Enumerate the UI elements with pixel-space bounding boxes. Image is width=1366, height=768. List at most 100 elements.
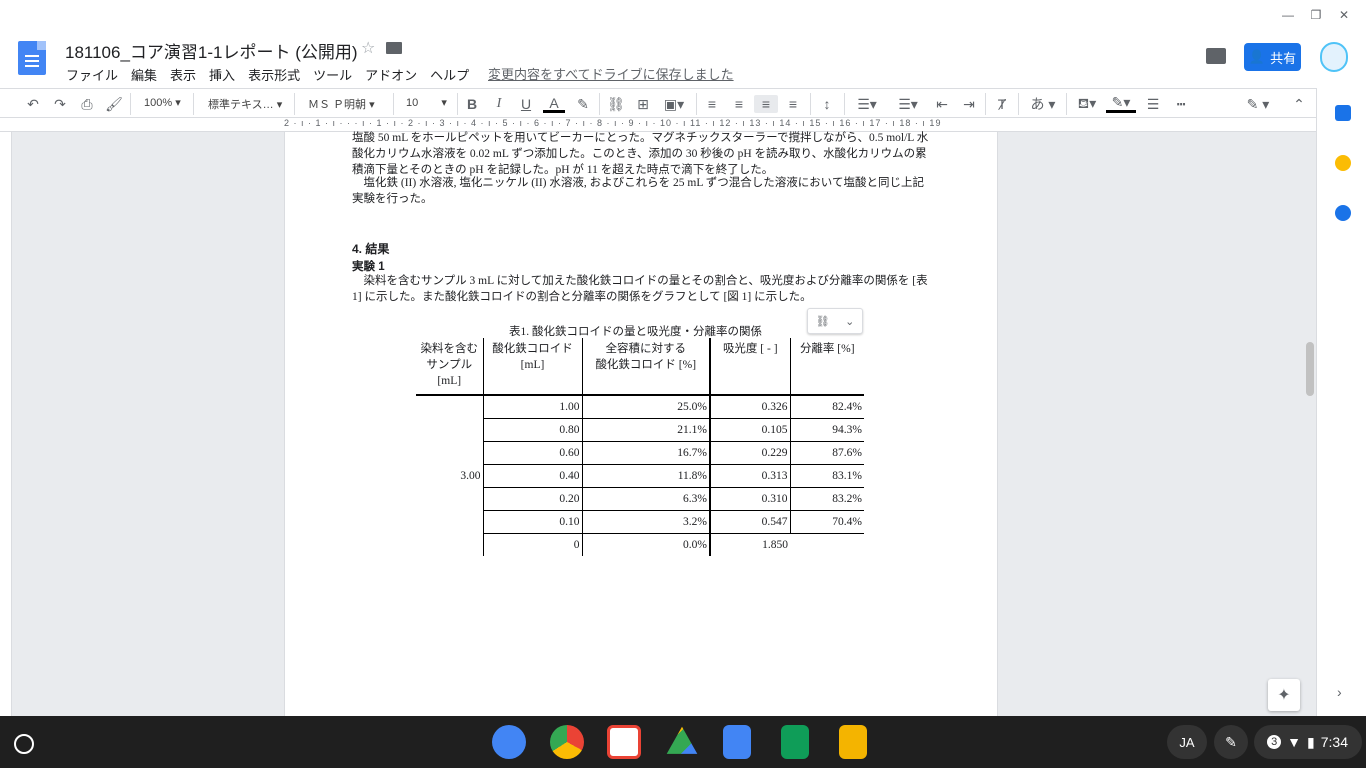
- table-cell[interactable]: 0.547: [709, 510, 790, 534]
- align-left-icon[interactable]: ≡: [703, 95, 721, 113]
- table-cell[interactable]: 83.1%: [789, 464, 864, 488]
- header-ratio[interactable]: 全容積に対する 酸化鉄コロイド [%]: [581, 338, 710, 395]
- increase-indent-icon[interactable]: ⇥: [960, 95, 978, 113]
- drive-app-icon[interactable]: [666, 726, 698, 754]
- highlight-icon[interactable]: ✎: [574, 95, 592, 113]
- table-cell[interactable]: 0.0%: [581, 533, 710, 556]
- link-icon[interactable]: ⛓: [816, 315, 830, 328]
- bulleted-list-icon[interactable]: ☰▾: [893, 95, 923, 113]
- table-cell[interactable]: 0.40: [482, 464, 582, 488]
- table-cell[interactable]: 0.10: [482, 510, 582, 534]
- folder-icon[interactable]: [386, 42, 402, 54]
- comment-add-icon[interactable]: ⊞: [634, 95, 652, 113]
- table-cell[interactable]: [790, 533, 864, 556]
- sample-cell[interactable]: 3.00: [416, 395, 483, 556]
- expand-panel-icon[interactable]: ›: [1337, 684, 1342, 700]
- editing-mode-icon[interactable]: ✎ ▾: [1243, 95, 1273, 113]
- chrome-app-icon[interactable]: [550, 725, 584, 759]
- table-cell[interactable]: 0.326: [709, 395, 790, 419]
- table-link-chip[interactable]: ⛓ ⌄: [807, 308, 863, 334]
- table-cell[interactable]: 3.2%: [581, 510, 710, 534]
- table-cell[interactable]: 6.3%: [581, 487, 710, 511]
- comments-icon[interactable]: [1206, 48, 1226, 64]
- table-cell[interactable]: 0.80: [482, 418, 582, 442]
- stylus-icon[interactable]: ✎: [1214, 725, 1248, 759]
- table-cell[interactable]: 1.850: [709, 533, 790, 556]
- slides-app-icon[interactable]: [839, 725, 867, 759]
- border-color-icon[interactable]: ✎▾: [1106, 94, 1136, 113]
- collapse-menu-icon[interactable]: ⌃: [1290, 95, 1308, 113]
- menu-tools[interactable]: ツール: [313, 65, 352, 84]
- keep-icon[interactable]: [1335, 155, 1351, 171]
- menu-edit[interactable]: 編集: [131, 65, 157, 84]
- table-cell[interactable]: 21.1%: [581, 418, 710, 442]
- bold-icon[interactable]: B: [463, 95, 481, 113]
- numbered-list-icon[interactable]: ☰▾: [852, 95, 882, 113]
- table-cell[interactable]: 0: [482, 533, 582, 556]
- status-tray[interactable]: 3 ▼ ▮ 7:34: [1254, 725, 1362, 759]
- share-button[interactable]: 👤 共有: [1244, 43, 1301, 71]
- align-right-icon[interactable]: ≡: [754, 95, 778, 113]
- paragraph-procedure[interactable]: 塩酸 50 mL をホールピペットを用いてビーカーにとった。マグネチックスターラ…: [352, 130, 932, 178]
- sheets-app-icon[interactable]: [781, 725, 809, 759]
- chevron-down-icon[interactable]: ⌄: [845, 315, 854, 328]
- italic-icon[interactable]: I: [490, 95, 508, 113]
- table-cell[interactable]: 0.229: [709, 441, 790, 465]
- table-cell[interactable]: 11.8%: [581, 464, 710, 488]
- header-absorbance[interactable]: 吸光度 [ - ]: [709, 338, 790, 395]
- table-cell[interactable]: 0.105: [709, 418, 790, 442]
- table-cell[interactable]: 16.7%: [581, 441, 710, 465]
- zoom-select[interactable]: 100% ▾: [144, 96, 181, 109]
- avatar[interactable]: [1320, 42, 1348, 72]
- menu-format[interactable]: 表示形式: [248, 65, 300, 84]
- star-icon[interactable]: ☆: [361, 38, 375, 58]
- document-title[interactable]: 181106_コア演習1-1レポート (公開用): [65, 38, 358, 63]
- image-icon[interactable]: ▣▾: [661, 95, 687, 113]
- table-cell[interactable]: 83.2%: [789, 487, 864, 511]
- paragraph-procedure-2[interactable]: 塩化鉄 (II) 水溶液, 塩化ニッケル (II) 水溶液, およびこれらを 2…: [352, 175, 932, 207]
- save-status-link[interactable]: 変更内容をすべてドライブに保存しました: [488, 64, 734, 83]
- table-cell[interactable]: 87.6%: [789, 441, 864, 465]
- input-tools-icon[interactable]: あ ▾: [1027, 95, 1059, 113]
- header-colloid[interactable]: 酸化鉄コロイド [mL]: [482, 338, 582, 395]
- table-cell[interactable]: 82.4%: [789, 395, 864, 419]
- table-cell[interactable]: 94.3%: [789, 418, 864, 442]
- border-dash-icon[interactable]: ┅: [1172, 95, 1190, 113]
- justify-icon[interactable]: ≡: [784, 95, 802, 113]
- gmail-app-icon[interactable]: [607, 725, 641, 759]
- paint-format-icon[interactable]: 🖌: [105, 95, 123, 113]
- print-icon[interactable]: ⎙: [78, 95, 96, 113]
- table-caption[interactable]: 表1. 酸化鉄コロイドの量と吸光度・分離率の関係: [509, 323, 762, 339]
- table-cell[interactable]: 0.313: [709, 464, 790, 488]
- font-select[interactable]: ＭＳ Ｐ明朝 ▾: [308, 96, 375, 112]
- redo-icon[interactable]: ↷: [51, 95, 69, 113]
- font-size-select[interactable]: 10 ▾: [406, 96, 447, 109]
- results-heading[interactable]: 4. 結果: [352, 240, 389, 257]
- experiment-heading[interactable]: 実験 1: [352, 258, 385, 274]
- document-page[interactable]: 塩酸 50 mL をホールピペットを用いてビーカーにとった。マグネチックスターラ…: [284, 132, 998, 716]
- explore-icon[interactable]: ✦: [1268, 679, 1300, 711]
- table-cell[interactable]: 25.0%: [581, 395, 710, 419]
- close-icon[interactable]: ✕: [1330, 6, 1358, 24]
- restore-icon[interactable]: ❐: [1302, 6, 1330, 24]
- table-cell[interactable]: 0.310: [709, 487, 790, 511]
- minimize-icon[interactable]: —: [1274, 6, 1302, 24]
- link-icon[interactable]: ⛓: [607, 95, 625, 113]
- line-spacing-icon[interactable]: ↕: [818, 95, 836, 113]
- table-cell[interactable]: 0.20: [482, 487, 582, 511]
- undo-icon[interactable]: ↶: [24, 95, 42, 113]
- calendar-icon[interactable]: [1335, 105, 1351, 121]
- ime-indicator[interactable]: JA: [1167, 725, 1207, 759]
- vertical-scrollbar[interactable]: [1306, 342, 1314, 396]
- results-table[interactable]: 染料を含む サンプル [mL] 酸化鉄コロイド [mL] 全容積に対する 酸化鉄…: [416, 338, 864, 556]
- menu-addons[interactable]: アドオン: [365, 65, 417, 84]
- text-color-icon[interactable]: A: [543, 95, 565, 113]
- decrease-indent-icon[interactable]: ⇤: [933, 95, 951, 113]
- border-width-icon[interactable]: ☰: [1144, 95, 1162, 113]
- header-separation[interactable]: 分離率 [%]: [789, 338, 864, 395]
- table-cell[interactable]: 1.00: [482, 395, 582, 419]
- launcher-icon[interactable]: [14, 734, 34, 754]
- docs-logo-icon[interactable]: [18, 41, 46, 75]
- menu-help[interactable]: ヘルプ: [430, 65, 469, 84]
- table-cell[interactable]: 70.4%: [789, 510, 864, 534]
